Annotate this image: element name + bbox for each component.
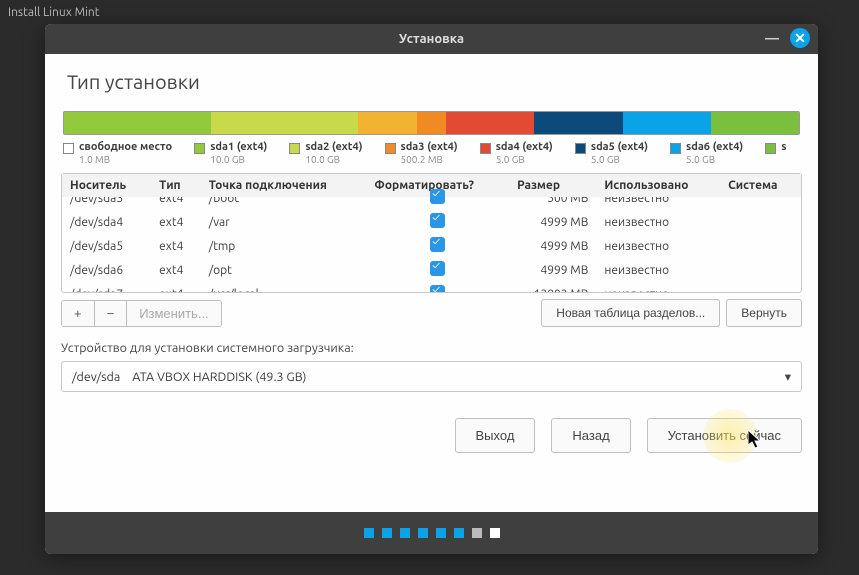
legend-swatch [765,143,776,154]
titlebar: Установка — ✕ [45,24,818,54]
format-checkbox[interactable] [430,213,445,228]
legend-swatch [194,143,205,154]
legend-item: sda2 (ext4)10.0 GB [289,141,362,165]
legend-swatch [63,143,74,154]
nav-buttons: Выход Назад Установить сейчас [61,418,802,453]
table-row[interactable]: /dev/sda5ext4/tmp4999 MBнеизвестно [62,234,801,258]
col-size[interactable]: Размер [509,174,596,198]
partition-table-scroll[interactable]: Носитель Тип Точка подключения Форматиро… [62,174,801,292]
format-checkbox[interactable] [430,237,445,252]
partition-segment[interactable] [711,112,799,134]
partition-segment[interactable] [446,112,534,134]
legend-swatch [289,143,300,154]
col-used[interactable]: Использовано [596,174,720,198]
legend-label: sda2 (ext4)10.0 GB [305,141,362,165]
legend-item: s [765,141,786,165]
bootloader-label: Устройство для установки системного загр… [61,341,802,355]
legend-item: sda3 (ext4)500.2 MB [385,141,458,165]
partition-legend: свободное место1.0 MB sda1 (ext4)10.0 GB s… [63,141,800,165]
close-icon[interactable]: ✕ [790,28,810,48]
bootloader-device: /dev/sda [72,370,120,384]
change-partition-button[interactable]: Изменить... [127,301,220,326]
legend-swatch [385,143,396,154]
install-now-button[interactable]: Установить сейчас [647,418,802,453]
add-partition-button[interactable]: + [62,301,95,326]
desktop-window-title: Install Linux Mint [8,6,99,19]
partition-toolbar: + − Изменить... Новая таблица разделов..… [61,299,802,327]
legend-swatch [575,143,586,154]
window-title: Установка [399,32,464,46]
new-partition-table-button[interactable]: Новая таблица разделов... [541,299,720,327]
legend-item: sda6 (ext4)5.0 GB [670,141,743,165]
legend-label: sda4 (ext4)5.0 GB [496,141,553,165]
partition-bar [63,111,800,135]
table-row[interactable]: /dev/sda6ext4/opt4999 MBнеизвестно [62,258,801,282]
remove-partition-button[interactable]: − [95,301,128,326]
back-button[interactable]: Назад [551,418,630,453]
legend-swatch [670,143,681,154]
format-checkbox[interactable] [430,189,445,204]
partition-segment[interactable] [358,112,417,134]
bootloader-desc: ATA VBOX HARDDISK (49.3 GB) [132,370,306,384]
legend-label: sda5 (ext4)5.0 GB [591,141,648,165]
legend-label: sda6 (ext4)5.0 GB [686,141,743,165]
legend-swatch [480,143,491,154]
partition-segment[interactable] [534,112,622,134]
quit-button[interactable]: Выход [455,418,536,453]
legend-label: свободное место1.0 MB [79,141,172,165]
partition-segment[interactable] [623,112,711,134]
bootloader-select[interactable]: /dev/sda ATA VBOX HARDDISK (49.3 GB) ▾ [61,361,802,392]
table-row[interactable]: /dev/sda7ext4/usr/local13803 MBнеизвестн… [62,282,801,292]
partition-segment[interactable] [417,112,446,134]
revert-button[interactable]: Вернуть [726,299,802,327]
col-device[interactable]: Носитель [62,174,151,198]
installer-window: Установка — ✕ Тип установки свободное ме… [45,24,818,554]
col-mount[interactable]: Точка подключения [201,174,367,198]
format-checkbox[interactable] [430,285,445,292]
partition-table: Носитель Тип Точка подключения Форматиро… [61,173,802,293]
legend-item: sda5 (ext4)5.0 GB [575,141,648,165]
progress-dots [45,512,818,554]
table-row[interactable]: /dev/sda4ext4/var4999 MBнеизвестно [62,210,801,234]
legend-item: sda1 (ext4)10.0 GB [194,141,267,165]
col-system[interactable]: Система [720,174,801,198]
page-title: Тип установки [45,54,818,111]
legend-label: sda3 (ext4)500.2 MB [401,141,458,165]
legend-label: sda1 (ext4)10.0 GB [210,141,267,165]
legend-item: sda4 (ext4)5.0 GB [480,141,553,165]
legend-item: свободное место1.0 MB [63,141,172,165]
partition-segment[interactable] [211,112,358,134]
chevron-down-icon: ▾ [785,369,791,384]
col-type[interactable]: Тип [151,174,201,198]
legend-label: s [781,141,786,154]
minimize-icon[interactable]: — [762,28,782,48]
format-checkbox[interactable] [430,261,445,276]
partition-segment[interactable] [64,112,211,134]
